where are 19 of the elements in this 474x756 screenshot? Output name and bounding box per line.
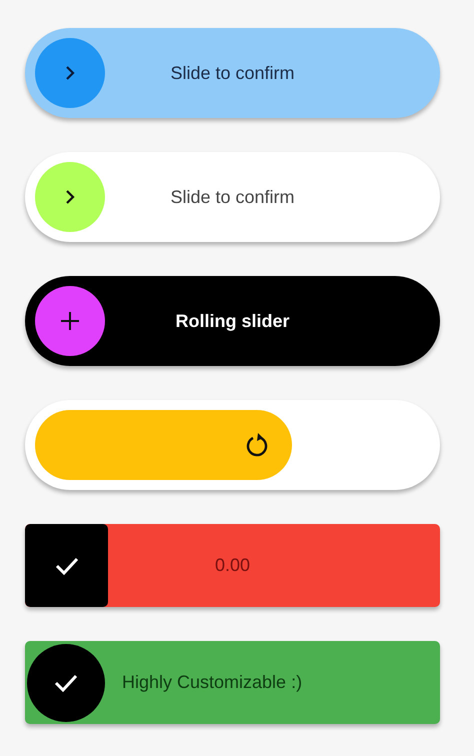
chevron-right-icon [65, 66, 75, 80]
check-icon [54, 674, 78, 692]
slider-thumb[interactable] [25, 524, 108, 607]
slider-thumb[interactable] [35, 286, 105, 356]
slider-track[interactable]: Highly Customizable :) [25, 641, 440, 724]
slider-label: Slide to confirm [170, 186, 295, 208]
slider-label: Highly Customizable :) [122, 672, 302, 693]
slider-thumb[interactable] [27, 644, 105, 722]
chevron-right-icon [65, 190, 75, 204]
slider-label: Slide to confirm [170, 62, 295, 84]
slider-thumb[interactable] [35, 38, 105, 108]
slider-track[interactable]: Rolling slider [25, 276, 440, 366]
check-icon [54, 556, 78, 574]
slider-label: Rolling slider [175, 310, 290, 332]
slider-track[interactable]: Slide to confirm [25, 152, 440, 242]
slider-thumb[interactable] [35, 162, 105, 232]
slider-track[interactable]: Slide to confirm [25, 28, 440, 118]
slider-label: 0.00 [214, 555, 250, 576]
plus-icon [60, 311, 80, 331]
